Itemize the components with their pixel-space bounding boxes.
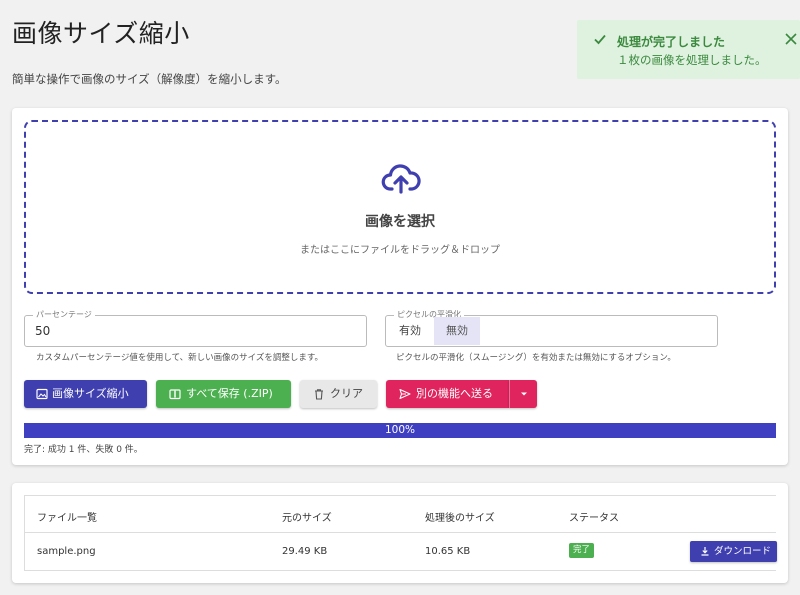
- success-toast: 処理が完了しました １枚の画像を処理しました。: [577, 20, 800, 79]
- smoothing-field: ピクセルの平滑化 有効 無効: [385, 310, 718, 347]
- close-icon[interactable]: [784, 32, 798, 46]
- page-description: 簡単な操作で画像のサイズ（解像度）を縮小します。: [12, 72, 287, 86]
- trash-icon: [315, 389, 323, 400]
- file-name: sample.png: [37, 546, 96, 557]
- file-list-card: ファイル一覧 元のサイズ 処理後のサイズ ステータス sample.png 29…: [12, 483, 788, 583]
- status-badge: 完了: [569, 543, 595, 558]
- shrink-image-button[interactable]: 画像サイズ縮小: [24, 380, 147, 408]
- image-icon: [36, 388, 48, 400]
- download-label: ダウンロード: [714, 546, 772, 557]
- check-icon: [594, 34, 606, 45]
- dropzone-subtitle: またはここにファイルをドラッグ＆ドロップ: [300, 245, 500, 256]
- send-to-feature-button[interactable]: 別の機能へ送る: [386, 380, 509, 408]
- toast-message: １枚の画像を処理しました。: [617, 53, 767, 67]
- download-button[interactable]: ダウンロード: [690, 541, 777, 562]
- percentage-help: カスタムパーセンテージ値を使用して、新しい画像のサイズを調整します。: [36, 353, 324, 363]
- smoothing-help: ピクセルの平滑化（スムージング）を有効または無効にするオプション。: [396, 353, 676, 363]
- chevron-down-icon: [521, 392, 527, 396]
- header-processed-size: 処理後のサイズ: [425, 513, 495, 524]
- header-status: ステータス: [569, 513, 619, 524]
- percentage-input[interactable]: [35, 324, 355, 338]
- progress-status: 完了: 成功 1 件、失敗 0 件。: [24, 445, 143, 455]
- toast-title: 処理が完了しました: [617, 35, 726, 49]
- clear-button[interactable]: クリア: [300, 380, 377, 408]
- progress-bar: 100%: [24, 423, 776, 438]
- percentage-field: パーセンテージ: [24, 310, 367, 347]
- file-table: ファイル一覧 元のサイズ 処理後のサイズ ステータス sample.png 29…: [24, 495, 777, 571]
- header-original-size: 元のサイズ: [282, 513, 332, 524]
- header-file-list: ファイル一覧: [37, 513, 97, 524]
- download-icon: [701, 547, 709, 556]
- shrink-image-label: 画像サイズ縮小: [52, 387, 129, 400]
- file-dropzone[interactable]: 画像を選択 またはここにファイルをドラッグ＆ドロップ: [24, 120, 776, 294]
- progress-label: 100%: [384, 424, 416, 436]
- archive-icon: [169, 389, 181, 400]
- save-all-zip-label: すべて保存 (.ZIP): [186, 387, 273, 400]
- clear-label: クリア: [330, 387, 363, 400]
- send-icon: [399, 388, 411, 400]
- page-title: 画像サイズ縮小: [12, 19, 190, 48]
- row-divider: [25, 532, 776, 533]
- smoothing-option-enabled[interactable]: 有効: [387, 317, 433, 345]
- percentage-label: パーセンテージ: [33, 310, 95, 320]
- original-size: 29.49 KB: [282, 546, 328, 557]
- send-to-feature-label: 別の機能へ送る: [416, 387, 493, 400]
- settings-card: 画像を選択 またはここにファイルをドラッグ＆ドロップ パーセンテージ カスタムパ…: [12, 108, 788, 465]
- cloud-upload-icon: [381, 164, 421, 194]
- processed-size: 10.65 KB: [425, 546, 471, 557]
- smoothing-option-disabled[interactable]: 無効: [434, 317, 480, 345]
- send-options-dropdown[interactable]: [509, 380, 537, 408]
- save-all-zip-button[interactable]: すべて保存 (.ZIP): [156, 380, 291, 408]
- dropzone-title: 画像を選択: [365, 214, 435, 230]
